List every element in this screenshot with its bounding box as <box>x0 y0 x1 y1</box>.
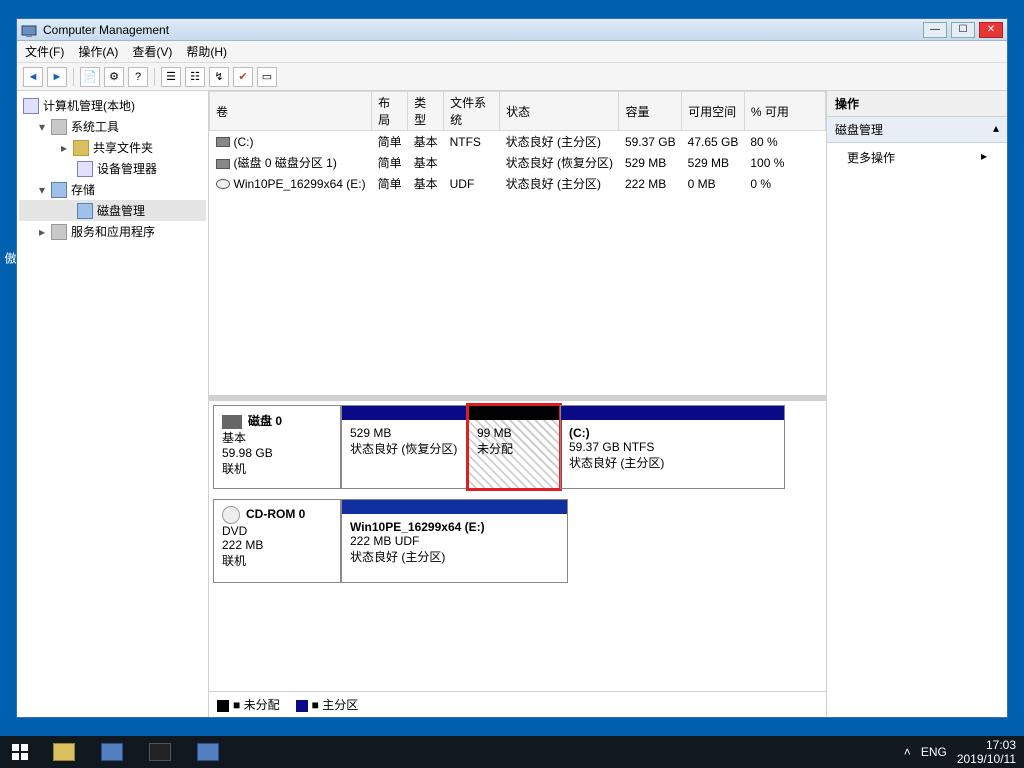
partition-unallocated[interactable]: 99 MB 未分配 <box>468 405 560 489</box>
titlebar[interactable]: Computer Management — ☐ ✕ <box>17 19 1007 41</box>
close-button[interactable]: ✕ <box>979 22 1003 38</box>
cd-icon <box>222 506 240 524</box>
tree-services-apps[interactable]: ▸服务和应用程序 <box>19 221 206 242</box>
menu-help[interactable]: 帮助(H) <box>186 43 227 60</box>
col-type[interactable]: 类型 <box>408 92 444 131</box>
col-layout[interactable]: 布局 <box>372 92 408 131</box>
expand-icon[interactable]: ▸ <box>59 141 69 155</box>
folder-icon <box>73 140 89 156</box>
collapse-icon[interactable]: ▾ <box>37 120 47 134</box>
col-status[interactable]: 状态 <box>500 92 619 131</box>
system-tray[interactable]: ˄ ENG 17:03 2019/10/11 <box>896 738 1024 766</box>
col-free[interactable]: 可用空间 <box>682 92 745 131</box>
partition-body: Win10PE_16299x64 (E:) 222 MB UDF 状态良好 (主… <box>342 514 567 582</box>
legend-unallocated: ■ 未分配 <box>217 696 280 713</box>
disk-row-0: 磁盘 0 基本 59.98 GB 联机 529 MB 状态良好 (恢复分区) 9… <box>213 405 822 489</box>
collapse-icon: ▴ <box>993 121 999 138</box>
extra-button[interactable]: ▭ <box>257 67 277 87</box>
disk-icon <box>77 203 93 219</box>
help-button[interactable]: ? <box>128 67 148 87</box>
partition-body: 529 MB 状态良好 (恢复分区) <box>342 420 467 488</box>
toolbar-separator <box>154 68 155 86</box>
tree-disk-management[interactable]: 磁盘管理 <box>19 200 206 221</box>
actions-pane: 操作 磁盘管理▴ 更多操作▸ <box>827 91 1007 717</box>
hdd-icon <box>216 137 230 147</box>
disk0-info[interactable]: 磁盘 0 基本 59.98 GB 联机 <box>213 405 341 489</box>
actions-more[interactable]: 更多操作▸ <box>827 143 1007 172</box>
cd-icon <box>216 179 230 189</box>
actions-category[interactable]: 磁盘管理▴ <box>827 117 1007 143</box>
properties-button[interactable]: ⚙ <box>104 67 124 87</box>
taskbar-compmgmt[interactable] <box>184 736 232 768</box>
col-capacity[interactable]: 容量 <box>619 92 682 131</box>
computer-management-window: Computer Management — ☐ ✕ 文件(F) 操作(A) 查看… <box>16 18 1008 718</box>
volume-list[interactable]: 卷 布局 类型 文件系统 状态 容量 可用空间 % 可用 (C:)简单基本NTF… <box>209 91 826 401</box>
tray-clock[interactable]: 17:03 2019/10/11 <box>957 738 1016 766</box>
maximize-button[interactable]: ☐ <box>951 22 975 38</box>
cd0-info[interactable]: CD-ROM 0 DVD 222 MB 联机 <box>213 499 341 583</box>
disk-graphical-view: 磁盘 0 基本 59.98 GB 联机 529 MB 状态良好 (恢复分区) 9… <box>209 401 826 691</box>
device-icon <box>77 161 93 177</box>
tree-device-manager[interactable]: 设备管理器 <box>19 158 206 179</box>
taskbar: ˄ ENG 17:03 2019/10/11 <box>0 736 1024 768</box>
forward-button[interactable]: ► <box>47 67 67 87</box>
taskbar-app1[interactable] <box>88 736 136 768</box>
menu-view[interactable]: 查看(V) <box>132 43 172 60</box>
menubar: 文件(F) 操作(A) 查看(V) 帮助(H) <box>17 41 1007 63</box>
app-icon <box>21 22 37 38</box>
taskbar-explorer[interactable] <box>40 736 88 768</box>
table-row[interactable]: (磁盘 0 磁盘分区 1)简单基本状态良好 (恢复分区)529 MB529 MB… <box>210 152 826 173</box>
tools-icon <box>51 119 67 135</box>
back-button[interactable]: ◄ <box>23 67 43 87</box>
minimize-button[interactable]: — <box>923 22 947 38</box>
partition-header <box>469 406 559 420</box>
toolbar-separator <box>73 68 74 86</box>
disk-row-cd0: CD-ROM 0 DVD 222 MB 联机 Win10PE_16299x64 … <box>213 499 822 583</box>
col-volume[interactable]: 卷 <box>210 92 372 131</box>
tree-system-tools[interactable]: ▾系统工具 <box>19 116 206 137</box>
refresh-button[interactable]: 📄 <box>80 67 100 87</box>
table-row[interactable]: (C:)简单基本NTFS状态良好 (主分区)59.37 GB47.65 GB80… <box>210 131 826 153</box>
legend-primary: ■ 主分区 <box>296 696 359 713</box>
desktop-text: 傲 <box>2 252 19 264</box>
tree-root[interactable]: 计算机管理(本地) <box>19 95 206 116</box>
tray-chevron-icon[interactable]: ˄ <box>904 745 911 759</box>
tree-shared-folders[interactable]: ▸共享文件夹 <box>19 137 206 158</box>
partition-body: (C:) 59.37 GB NTFS 状态良好 (主分区) <box>561 420 784 488</box>
action-button[interactable]: ↯ <box>209 67 229 87</box>
toolbar: ◄ ► 📄 ⚙ ? ☰ ☷ ↯ ✔ ▭ <box>17 63 1007 91</box>
view-list-button[interactable]: ☰ <box>161 67 181 87</box>
collapse-icon[interactable]: ▾ <box>37 183 47 197</box>
tree-storage[interactable]: ▾存储 <box>19 179 206 200</box>
settings-button[interactable]: ✔ <box>233 67 253 87</box>
legend: ■ 未分配 ■ 主分区 <box>209 691 826 717</box>
partition-body: 99 MB 未分配 <box>469 420 559 488</box>
menu-file[interactable]: 文件(F) <box>25 43 64 60</box>
partition[interactable]: Win10PE_16299x64 (E:) 222 MB UDF 状态良好 (主… <box>341 499 568 583</box>
partition-header <box>342 406 467 420</box>
partition[interactable]: 529 MB 状态良好 (恢复分区) <box>341 405 468 489</box>
tray-language[interactable]: ENG <box>921 745 947 759</box>
expand-icon[interactable]: ▸ <box>37 225 47 239</box>
disk-icon <box>222 415 242 429</box>
taskbar-terminal[interactable] <box>136 736 184 768</box>
hdd-icon <box>216 159 230 169</box>
partition-header <box>561 406 784 420</box>
services-icon <box>51 224 67 240</box>
col-fs[interactable]: 文件系统 <box>444 92 500 131</box>
window-title: Computer Management <box>43 23 923 37</box>
actions-header: 操作 <box>827 91 1007 117</box>
table-row[interactable]: Win10PE_16299x64 (E:)简单基本UDF状态良好 (主分区)22… <box>210 173 826 194</box>
chevron-right-icon: ▸ <box>981 149 987 166</box>
partition-header <box>342 500 567 514</box>
view-detail-button[interactable]: ☷ <box>185 67 205 87</box>
partition[interactable]: (C:) 59.37 GB NTFS 状态良好 (主分区) <box>560 405 785 489</box>
nav-tree: 计算机管理(本地) ▾系统工具 ▸共享文件夹 设备管理器 ▾存储 磁盘管理 ▸服… <box>17 91 209 717</box>
storage-icon <box>51 182 67 198</box>
col-pctfree[interactable]: % 可用 <box>744 92 825 131</box>
start-button[interactable] <box>0 736 40 768</box>
menu-action[interactable]: 操作(A) <box>78 43 118 60</box>
computer-icon <box>23 98 39 114</box>
